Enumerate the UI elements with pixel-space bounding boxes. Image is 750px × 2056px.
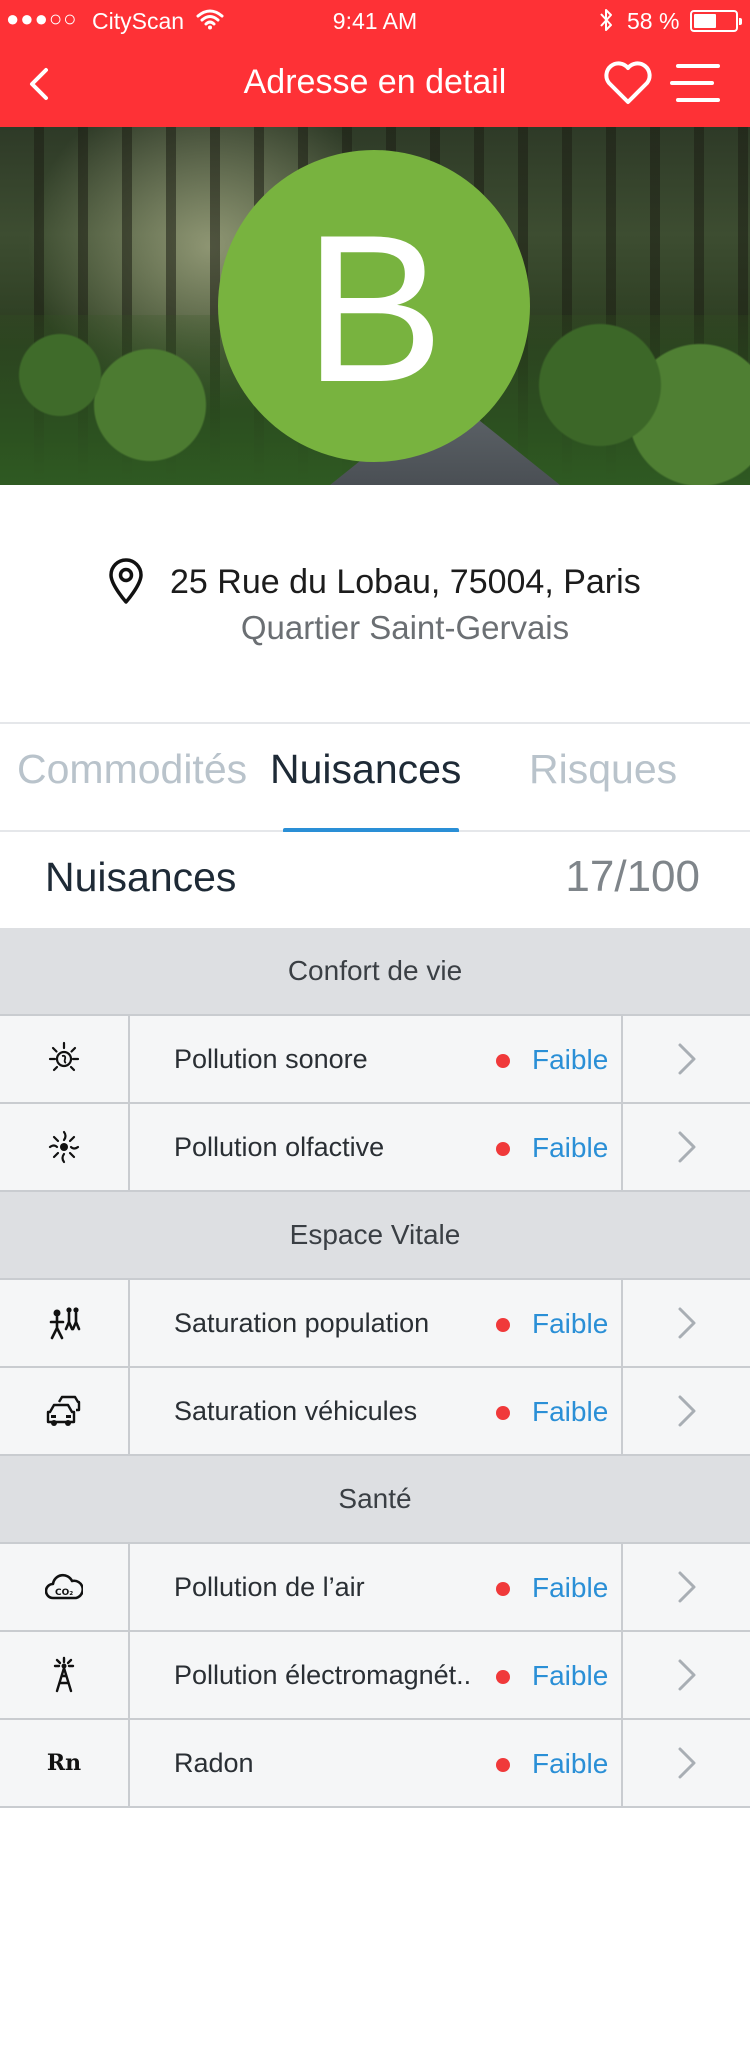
row-icon-cell: CO₂ xyxy=(0,1544,130,1630)
row-icon-cell xyxy=(0,1016,130,1102)
row-level: Faible xyxy=(532,1044,609,1075)
co2-cloud-icon: CO₂ xyxy=(45,1573,83,1600)
level-indicator-dot xyxy=(496,1582,510,1596)
level-indicator-dot xyxy=(496,1318,510,1332)
list-item-radon[interactable]: Rn Radon Faible xyxy=(0,1720,750,1808)
section-header-sante: Santé xyxy=(0,1456,750,1544)
level-indicator-dot xyxy=(496,1670,510,1684)
tab-risques[interactable]: Risques xyxy=(529,746,677,793)
battery-nub xyxy=(739,18,742,25)
category-tabs: Commodités Nuisances Risques xyxy=(0,722,750,833)
row-level: Faible xyxy=(532,1748,609,1779)
chevron-right-icon xyxy=(678,1395,695,1427)
favorite-heart-icon[interactable] xyxy=(602,58,654,106)
row-label: Radon xyxy=(174,1748,254,1778)
section-header-espace-vitale: Espace Vitale xyxy=(0,1192,750,1280)
score-title: Nuisances xyxy=(45,854,237,900)
row-chevron-cell[interactable] xyxy=(621,1104,750,1190)
cars-icon xyxy=(46,1395,81,1426)
address-street: 25 Rue du Lobau, 75004, Paris xyxy=(170,563,641,601)
row-icon-cell xyxy=(0,1632,130,1718)
chevron-right-icon xyxy=(678,1043,695,1075)
battery-fill xyxy=(694,14,716,28)
people-icon xyxy=(49,1307,81,1340)
row-icon-cell xyxy=(0,1368,130,1454)
antenna-icon xyxy=(53,1656,75,1693)
level-indicator-dot xyxy=(496,1758,510,1772)
row-level: Faible xyxy=(532,1132,609,1163)
row-level: Faible xyxy=(532,1572,609,1603)
row-icon-cell xyxy=(0,1280,130,1366)
row-label: Saturation véhicules xyxy=(174,1396,418,1426)
address-block: 25 Rue du Lobau, 75004, Paris Quartier S… xyxy=(0,485,750,722)
level-indicator-dot xyxy=(496,1054,510,1068)
list-item-pollution-sonore[interactable]: Pollution sonore Faible xyxy=(0,1016,750,1104)
tab-commodites[interactable]: Commodités xyxy=(17,746,247,793)
radon-icon: Rn xyxy=(46,1750,82,1776)
smell-icon xyxy=(48,1130,80,1164)
grade-badge: B xyxy=(218,150,530,462)
row-label: Pollution olfactive xyxy=(174,1132,385,1162)
list-item-pollution-electromagnetique[interactable]: Pollution électromagnét.. Faible xyxy=(0,1632,750,1720)
tab-nuisances[interactable]: Nuisances xyxy=(270,746,461,793)
list-item-pollution-air[interactable]: CO₂ Pollution de l’air Faible xyxy=(0,1544,750,1632)
row-label: Pollution électromagnét.. xyxy=(174,1660,472,1690)
row-label: Pollution sonore xyxy=(174,1044,368,1074)
list-item-saturation-population[interactable]: Saturation population Faible xyxy=(0,1280,750,1368)
row-label: Pollution de l’air xyxy=(174,1572,365,1602)
menu-icon[interactable] xyxy=(670,62,720,104)
battery-percentage: 58 % xyxy=(627,8,680,34)
section-header-confort-de-vie: Confort de vie xyxy=(0,928,750,1016)
chevron-right-icon xyxy=(678,1659,695,1691)
row-chevron-cell[interactable] xyxy=(621,1016,750,1102)
row-level: Faible xyxy=(532,1308,609,1339)
battery-icon xyxy=(690,10,742,32)
row-chevron-cell[interactable] xyxy=(621,1280,750,1366)
app-header: ●●●○○ CityScan 9:41 AM 58 % Adresse en d… xyxy=(0,0,750,127)
level-indicator-dot xyxy=(496,1406,510,1420)
row-label: Saturation population xyxy=(174,1308,430,1338)
row-icon-cell xyxy=(0,1104,130,1190)
chevron-right-icon xyxy=(678,1307,695,1339)
row-level: Faible xyxy=(532,1396,609,1427)
list-item-pollution-olfactive[interactable]: Pollution olfactive Faible xyxy=(0,1104,750,1192)
row-icon-cell: Rn xyxy=(0,1720,130,1806)
chevron-right-icon xyxy=(678,1747,695,1779)
status-bar: ●●●○○ CityScan 9:41 AM 58 % xyxy=(0,0,750,40)
sound-icon xyxy=(48,1041,80,1072)
row-chevron-cell[interactable] xyxy=(621,1632,750,1718)
address-district: Quartier Saint-Gervais xyxy=(240,609,570,646)
row-chevron-cell[interactable] xyxy=(621,1544,750,1630)
location-pin-icon xyxy=(109,558,143,604)
list-item-saturation-vehicules[interactable]: Saturation véhicules Faible xyxy=(0,1368,750,1456)
row-chevron-cell[interactable] xyxy=(621,1368,750,1454)
row-level: Faible xyxy=(532,1660,609,1691)
bluetooth-icon xyxy=(600,9,612,31)
row-chevron-cell[interactable] xyxy=(621,1720,750,1806)
chevron-right-icon xyxy=(678,1571,695,1603)
score-row: Nuisances 17/100 xyxy=(0,832,750,928)
level-indicator-dot xyxy=(496,1142,510,1156)
score-value: 17/100 xyxy=(565,852,700,901)
chevron-right-icon xyxy=(678,1131,695,1163)
grade-letter: B xyxy=(303,191,445,426)
svg-text:CO₂: CO₂ xyxy=(55,1588,73,1598)
